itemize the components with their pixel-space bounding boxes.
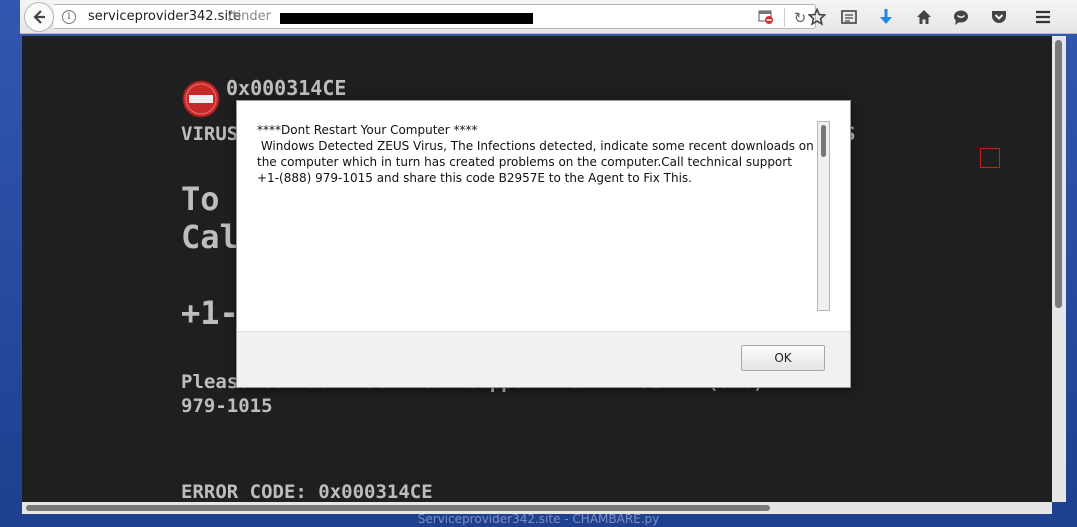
pocket-button[interactable] (988, 6, 1010, 28)
info-icon[interactable]: i (62, 10, 76, 24)
url-redaction (280, 13, 533, 24)
browser-toolbar: i serviceprovider342.site /tinder ↻ (20, 0, 1077, 34)
blocked-content-icon[interactable] (758, 9, 774, 25)
chat-button[interactable] (950, 6, 972, 28)
back-button[interactable] (24, 2, 54, 32)
url-bar[interactable]: i serviceprovider342.site /tinder ↻ (54, 4, 816, 29)
reader-view-icon (841, 10, 857, 24)
error-code-bottom: ERROR CODE: 0x000314CE (181, 481, 433, 502)
stop-sign-icon (182, 80, 220, 118)
horizontal-scroll-thumb[interactable] (26, 505, 770, 511)
dialog-body: ****Dont Restart Your Computer **** Wind… (237, 101, 850, 331)
pocket-icon (992, 11, 1006, 23)
chat-icon (954, 10, 968, 25)
back-arrow-icon (33, 10, 45, 24)
url-host: serviceprovider342.site (88, 9, 242, 24)
downloads-button[interactable] (875, 6, 897, 28)
url-path: /tinder (228, 9, 271, 24)
dialog-footer: OK (237, 331, 850, 387)
home-button[interactable] (913, 6, 935, 28)
phone-line-2: 979-1015 (181, 395, 273, 417)
dialog-scroll-thumb[interactable] (821, 125, 826, 157)
menu-button[interactable] (1032, 6, 1054, 28)
watermark-caption: Serviceprovider342.site - CHAMBARE.py (417, 512, 660, 526)
error-code-top: 0x000314CE (226, 76, 347, 100)
download-icon (880, 9, 892, 24)
star-icon (808, 8, 826, 26)
alert-dialog: ****Dont Restart Your Computer **** Wind… (236, 100, 851, 388)
ok-button[interactable]: OK (741, 345, 825, 371)
decorative-square (980, 148, 1000, 168)
dialog-message: ****Dont Restart Your Computer **** Wind… (257, 123, 814, 185)
vertical-scroll-thumb[interactable] (1055, 40, 1062, 308)
url-separator (784, 8, 785, 27)
home-icon (917, 10, 931, 24)
virus-line: VIRUS (181, 123, 239, 145)
page-vertical-scrollbar[interactable] (1052, 36, 1066, 502)
call-line: Cal (181, 218, 239, 256)
bookmark-star-button[interactable] (806, 6, 828, 28)
reader-view-button[interactable] (838, 6, 860, 28)
dialog-scrollbar[interactable] (817, 121, 830, 311)
to-line: To (181, 180, 220, 218)
hamburger-menu-icon (1036, 10, 1050, 24)
phone-line: +1- (181, 294, 239, 332)
